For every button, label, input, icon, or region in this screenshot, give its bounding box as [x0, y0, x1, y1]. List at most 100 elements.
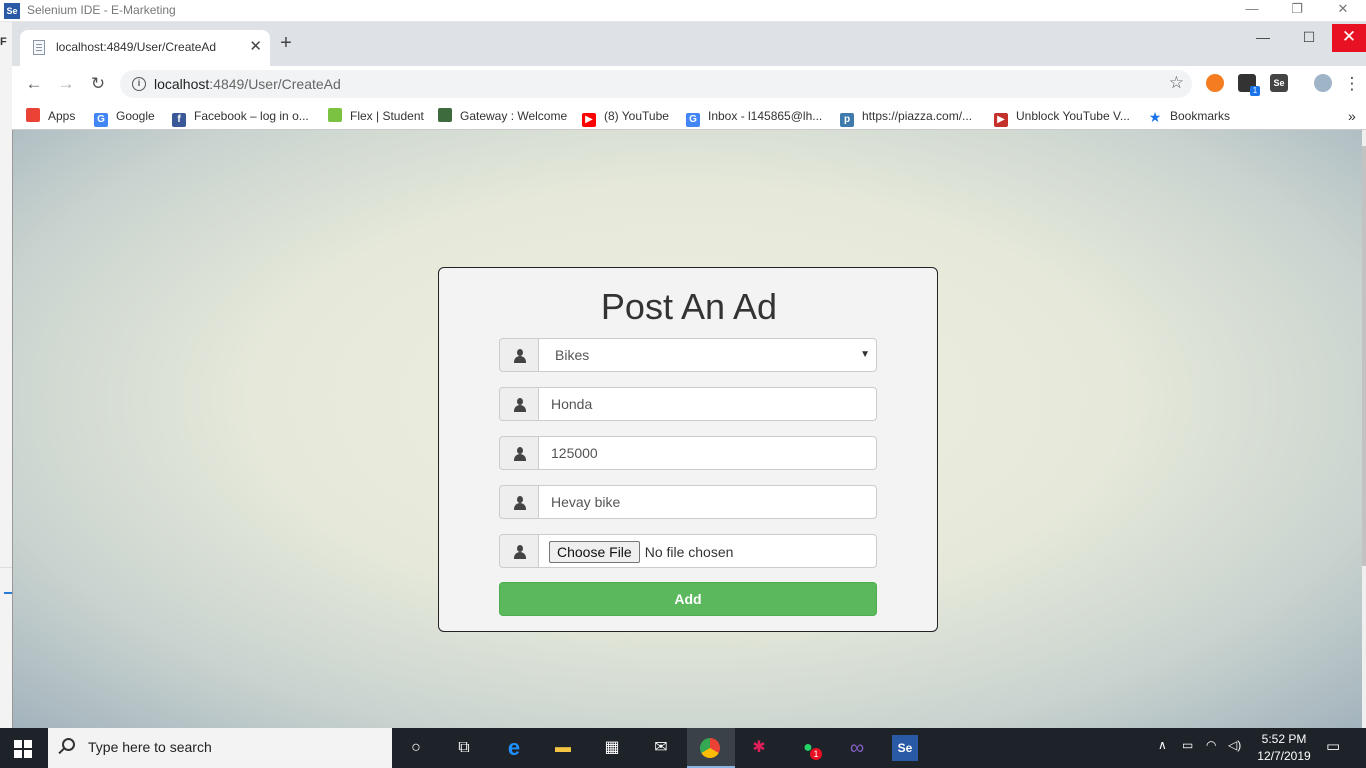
- add-button[interactable]: Add: [499, 582, 877, 616]
- mail-icon[interactable]: ✉: [647, 734, 675, 762]
- bookmark-flex[interactable]: Flex | Student: [328, 106, 424, 126]
- category-select[interactable]: Bikes ▼: [538, 338, 877, 372]
- description-row: Hevay bike: [499, 485, 877, 519]
- bookmark-label: Inbox - l145865@lh...: [708, 109, 823, 123]
- category-value: Bikes: [555, 347, 590, 363]
- selenium-ide-titlebar: Se Selenium IDE - E-Marketing — ❐ ✕: [0, 0, 1366, 22]
- tray-overflow-icon[interactable]: ∧: [1158, 738, 1167, 752]
- ide-window-title: Selenium IDE - E-Marketing: [27, 3, 176, 17]
- bookmark-label: Google: [116, 109, 155, 123]
- page-scrollbar[interactable]: [1362, 130, 1366, 728]
- piazza-icon: p: [840, 113, 854, 127]
- selenium-taskbar-icon[interactable]: Se: [892, 735, 918, 761]
- address-bar[interactable]: i localhost:4849/User/CreateAd ☆: [120, 70, 1192, 98]
- notification-badge: 1: [810, 748, 822, 760]
- apps-grid-icon: [26, 108, 40, 122]
- url-text[interactable]: localhost:4849/User/CreateAd: [154, 76, 341, 92]
- ide-close-icon[interactable]: ✕: [1333, 1, 1353, 17]
- ide-minimize-icon[interactable]: —: [1242, 1, 1262, 16]
- file-explorer-icon[interactable]: ▬: [549, 734, 577, 762]
- taskbar-search-box[interactable]: Type here to search: [48, 728, 392, 768]
- choose-file-button[interactable]: Choose File: [549, 541, 640, 564]
- gateway-icon: [438, 108, 452, 122]
- store-icon[interactable]: ▦: [598, 734, 626, 762]
- bookmark-folder[interactable]: ★ Bookmarks: [1148, 106, 1230, 126]
- chrome-taskbar-item[interactable]: [687, 728, 735, 768]
- user-icon: [513, 447, 527, 461]
- post-ad-form: Post An Ad Bikes ▼ Honda 125000 Hevay bi…: [438, 267, 938, 632]
- star-icon: ★: [1148, 109, 1162, 125]
- site-info-icon[interactable]: i: [132, 77, 146, 91]
- file-row: Choose File No file chosen: [499, 534, 877, 568]
- bookmark-youtube[interactable]: ▶ (8) YouTube: [582, 106, 669, 127]
- user-icon: [513, 398, 527, 412]
- bookmark-piazza[interactable]: p https://piazza.com/...: [840, 106, 973, 127]
- visual-studio-icon[interactable]: ∞: [843, 734, 871, 762]
- bookmark-google[interactable]: G Google: [94, 106, 155, 127]
- reload-icon[interactable]: ↻: [86, 72, 110, 96]
- maximize-icon[interactable]: ☐: [1286, 24, 1332, 52]
- whatsapp-icon[interactable]: ● 1: [794, 734, 822, 762]
- input-addon: [499, 338, 539, 372]
- extension-orange-icon[interactable]: [1206, 74, 1224, 92]
- bookmark-apps[interactable]: Apps: [26, 106, 75, 126]
- extension-badge: 1: [1250, 86, 1260, 96]
- price-input[interactable]: 125000: [538, 436, 877, 470]
- tab-strip: localhost:4849/User/CreateAd ✕ + — ☐ ✕: [12, 22, 1366, 66]
- slack-icon[interactable]: ✱: [745, 734, 773, 762]
- volume-icon[interactable]: ◁): [1228, 738, 1241, 752]
- price-row: 125000: [499, 436, 877, 470]
- input-addon: [499, 387, 539, 421]
- user-icon: [513, 349, 527, 363]
- browser-tab[interactable]: localhost:4849/User/CreateAd ✕: [20, 30, 270, 66]
- clock-time: 5:52 PM: [1261, 732, 1307, 746]
- close-window-icon[interactable]: ✕: [1332, 24, 1366, 52]
- input-addon: [499, 485, 539, 519]
- description-input[interactable]: Hevay bike: [538, 485, 877, 519]
- ide-side-panel: F: [0, 22, 12, 728]
- page-background: Post An Ad Bikes ▼ Honda 125000 Hevay bi…: [12, 130, 1362, 728]
- menu-icon[interactable]: ⋮: [1340, 72, 1364, 96]
- input-addon: [499, 534, 539, 568]
- profile-avatar[interactable]: [1314, 74, 1332, 92]
- youtube-icon: ▶: [994, 113, 1008, 127]
- chevron-down-icon: ▼: [860, 349, 870, 360]
- notifications-icon[interactable]: ▭: [1326, 737, 1340, 755]
- tab-close-icon[interactable]: ✕: [249, 37, 262, 55]
- facebook-icon: f: [172, 113, 186, 127]
- ide-indicator: [4, 592, 12, 594]
- user-icon: [513, 496, 527, 510]
- page-favicon-icon: [33, 40, 45, 55]
- name-input[interactable]: Honda: [538, 387, 877, 421]
- user-icon: [513, 545, 527, 559]
- page-title: Post An Ad: [600, 286, 778, 327]
- edge-icon[interactable]: e: [500, 734, 528, 762]
- google-icon: G: [94, 113, 108, 127]
- tab-title: localhost:4849/User/CreateAd: [56, 40, 217, 54]
- forward-icon[interactable]: →: [54, 72, 78, 96]
- bookmark-star-icon[interactable]: ☆: [1169, 73, 1184, 93]
- clock-date: 12/7/2019: [1257, 749, 1311, 763]
- windows-start-icon[interactable]: [14, 740, 32, 758]
- bookmark-unblock-youtube[interactable]: ▶ Unblock YouTube V...: [994, 106, 1130, 127]
- bookmark-label: Gateway : Welcome: [460, 109, 568, 123]
- selenium-extension-icon[interactable]: Se: [1270, 74, 1288, 92]
- new-tab-button[interactable]: +: [274, 32, 298, 55]
- cortana-icon[interactable]: ○: [402, 734, 430, 762]
- bookmarks-overflow-icon[interactable]: »: [1348, 106, 1356, 126]
- battery-icon[interactable]: ▭: [1182, 738, 1193, 752]
- chrome-window: localhost:4849/User/CreateAd ✕ + — ☐ ✕ ←…: [12, 22, 1366, 130]
- minimize-icon[interactable]: —: [1240, 24, 1286, 52]
- ide-restore-icon[interactable]: ❐: [1287, 1, 1307, 17]
- bookmark-label: https://piazza.com/...: [862, 109, 973, 123]
- bookmark-inbox[interactable]: G Inbox - l145865@lh...: [686, 106, 823, 127]
- task-view-icon[interactable]: ⧉: [450, 734, 478, 762]
- bookmark-label: Bookmarks: [1170, 109, 1231, 123]
- wifi-icon[interactable]: ◠: [1206, 738, 1216, 752]
- bookmark-facebook[interactable]: f Facebook – log in o...: [172, 106, 309, 127]
- extension-cube-icon[interactable]: 1: [1238, 74, 1260, 96]
- bookmark-gateway[interactable]: Gateway : Welcome: [438, 106, 567, 126]
- back-icon[interactable]: ←: [22, 72, 46, 96]
- bookmark-label: (8) YouTube: [604, 109, 669, 123]
- system-clock[interactable]: 5:52 PM 12/7/2019: [1254, 731, 1314, 765]
